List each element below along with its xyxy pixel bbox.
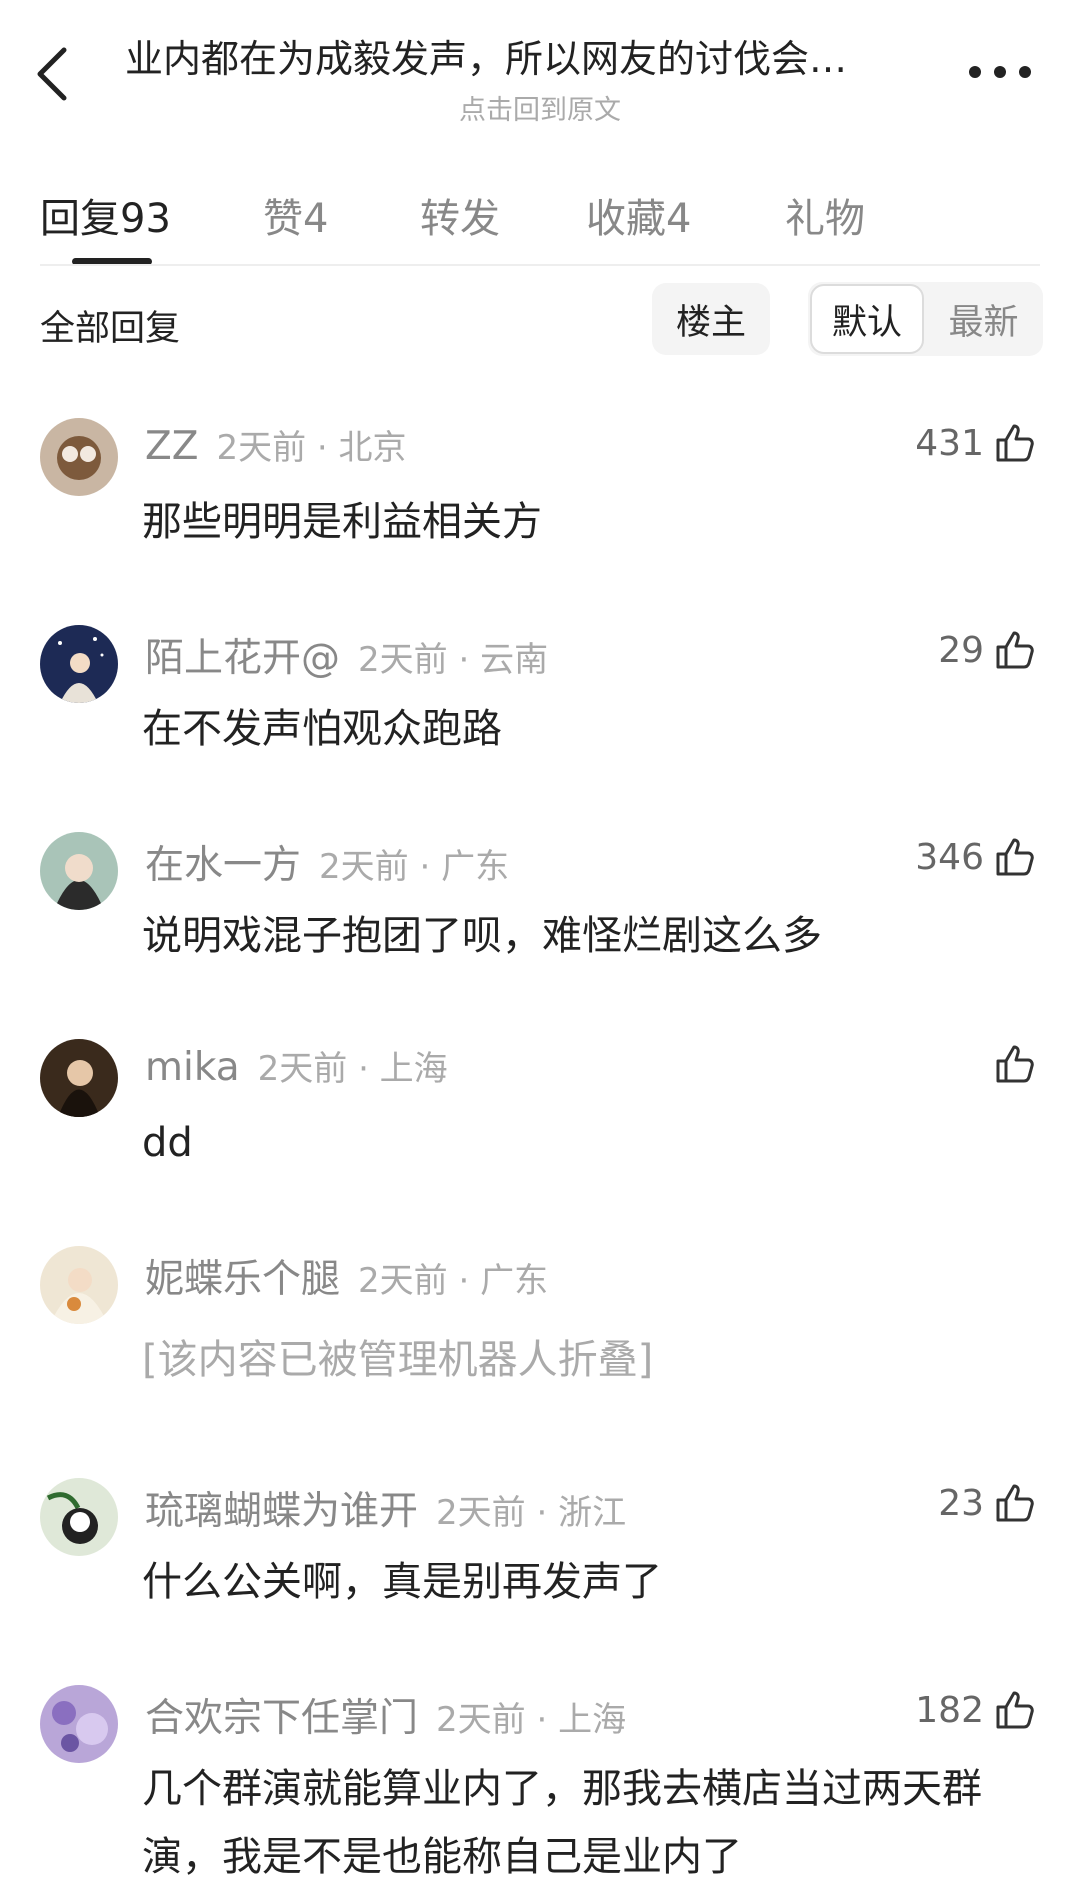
avatar[interactable]	[40, 1246, 118, 1324]
sort-default-button[interactable]: 默认	[810, 284, 924, 354]
thumbs-up-icon	[996, 424, 1034, 462]
time-location: 2天前 · 浙江	[436, 1493, 627, 1533]
sort-toggle: 默认 最新	[808, 282, 1043, 356]
username[interactable]: 陌上花开@	[145, 636, 340, 681]
like-button[interactable]: 23	[938, 1478, 1038, 1528]
like-count: 346	[915, 836, 984, 878]
comment-meta: ZZ 2天前 · 北京	[145, 420, 407, 469]
comment-meta: 妮蝶乐个腿 2天前 · 广东	[145, 1248, 548, 1304]
comment-meta: mika 2天前 · 上海	[145, 1041, 448, 1090]
comment-text: 什么公关啊，真是别再发声了	[142, 1559, 662, 1605]
comment-meta: 合欢宗下任掌门 2天前 · 上海	[145, 1687, 626, 1743]
folded-comment-notice: [该内容已被管理机器人折叠]	[142, 1337, 654, 1383]
op-only-button[interactable]: 楼主	[652, 283, 770, 355]
time-location: 2天前 · 上海	[436, 1700, 627, 1740]
comment-meta: 陌上花开@ 2天前 · 云南	[145, 627, 548, 683]
avatar[interactable]	[40, 1478, 118, 1556]
avatar[interactable]	[40, 625, 118, 703]
username[interactable]: 在水一方	[145, 843, 301, 888]
comment-meta: 在水一方 2天前 · 广东	[145, 834, 509, 890]
like-button[interactable]: 431	[915, 418, 1038, 468]
avatar[interactable]	[40, 832, 118, 910]
like-button[interactable]	[984, 1039, 1038, 1089]
like-button[interactable]: 346	[915, 832, 1038, 882]
tab-favorites[interactable]: 收藏4	[586, 186, 691, 244]
all-replies-label: 全部回复	[40, 309, 181, 349]
thumbs-up-icon	[996, 631, 1034, 669]
like-button[interactable]: 182	[915, 1685, 1038, 1735]
like-count: 23	[938, 1482, 984, 1524]
tab-gifts[interactable]: 礼物	[785, 186, 865, 244]
like-count: 182	[915, 1689, 984, 1731]
username[interactable]: mika	[145, 1045, 240, 1090]
comment-meta: 琉璃蝴蝶为谁开 2天前 · 浙江	[145, 1480, 626, 1536]
time-location: 2天前 · 北京	[216, 428, 407, 468]
username[interactable]: 合欢宗下任掌门	[145, 1696, 418, 1741]
avatar[interactable]	[40, 418, 118, 496]
post-title[interactable]: 业内都在为成毅发声，所以网友的讨伐会…	[125, 28, 945, 83]
comment-text: 在不发声怕观众跑路	[142, 706, 502, 752]
comment-text: 说明戏混子抱团了呗，难怪烂剧这么多	[142, 913, 822, 959]
thumbs-up-icon	[996, 1045, 1034, 1083]
time-location: 2天前 · 广东	[319, 847, 510, 887]
comment-text: dd	[142, 1120, 193, 1166]
thumbs-up-icon	[996, 838, 1034, 876]
back-to-original-link[interactable]: 点击回到原文	[0, 88, 1080, 127]
like-count: 29	[938, 629, 984, 671]
time-location: 2天前 · 上海	[257, 1049, 448, 1089]
avatar[interactable]	[40, 1039, 118, 1117]
username[interactable]: ZZ	[145, 424, 198, 469]
tabs-divider	[40, 264, 1040, 266]
tab-likes[interactable]: 赞4	[263, 186, 328, 244]
thumbs-up-icon	[996, 1484, 1034, 1522]
tab-reposts[interactable]: 转发	[420, 186, 500, 244]
like-button[interactable]: 29	[938, 625, 1038, 675]
comment-text: 几个群演就能算业内了，那我去横店当过两天群演，我是不是也能称自己是业内了	[142, 1766, 982, 1880]
time-location: 2天前 · 云南	[358, 640, 549, 680]
tab-replies[interactable]: 回复93	[40, 186, 171, 244]
top-bar: 业内都在为成毅发声，所以网友的讨伐会… 点击回到原文	[0, 0, 1080, 140]
thumbs-up-icon	[996, 1691, 1034, 1729]
like-count: 431	[915, 422, 984, 464]
comment-text: 那些明明是利益相关方	[142, 499, 542, 545]
username[interactable]: 琉璃蝴蝶为谁开	[145, 1489, 418, 1534]
more-options-icon[interactable]	[965, 52, 1035, 92]
time-location: 2天前 · 广东	[358, 1261, 549, 1301]
sort-latest-button[interactable]: 最新	[926, 284, 1041, 354]
username[interactable]: 妮蝶乐个腿	[145, 1257, 340, 1302]
avatar[interactable]	[40, 1685, 118, 1763]
